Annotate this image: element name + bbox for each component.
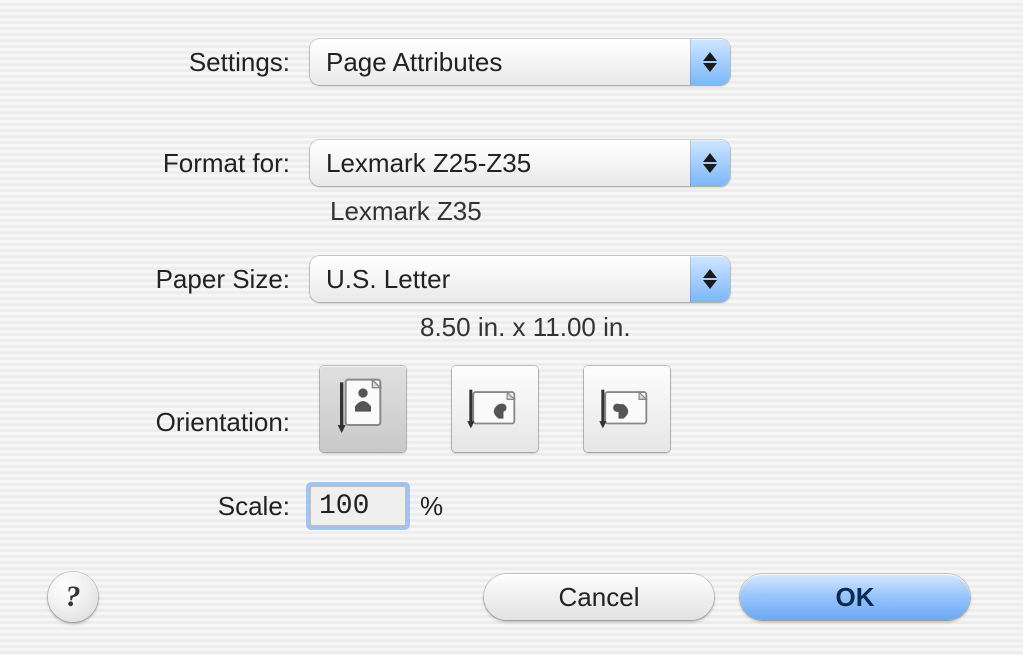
help-button[interactable]: ? — [48, 572, 98, 622]
orientation-landscape-right-button[interactable] — [584, 366, 670, 452]
orientation-landscape-left-button[interactable] — [452, 366, 538, 452]
scale-input[interactable] — [310, 486, 406, 526]
paper-size-popup-value: U.S. Letter — [310, 256, 690, 302]
popup-arrows-icon — [690, 256, 730, 302]
settings-label: Settings: — [0, 47, 310, 78]
orientation-portrait-icon — [334, 377, 392, 441]
format-for-popup-value: Lexmark Z25-Z35 — [310, 140, 690, 186]
paper-size-dimensions: 8.50 in. x 11.00 in. — [420, 312, 631, 343]
paper-size-label: Paper Size: — [0, 264, 310, 295]
scale-percent-label: % — [420, 491, 443, 522]
format-for-label: Format for: — [0, 148, 310, 179]
ok-button[interactable]: OK — [740, 574, 970, 620]
orientation-label: Orientation: — [0, 381, 310, 438]
paper-size-popup[interactable]: U.S. Letter — [310, 256, 730, 302]
settings-popup[interactable]: Page Attributes — [310, 39, 730, 85]
popup-arrows-icon — [690, 39, 730, 85]
orientation-landscape-right-icon — [598, 377, 656, 441]
format-for-sublabel: Lexmark Z35 — [330, 196, 482, 227]
cancel-button[interactable]: Cancel — [484, 574, 714, 620]
settings-popup-value: Page Attributes — [310, 39, 690, 85]
orientation-landscape-left-icon — [466, 377, 524, 441]
format-for-popup[interactable]: Lexmark Z25-Z35 — [310, 140, 730, 186]
orientation-portrait-button[interactable] — [320, 366, 406, 452]
scale-label: Scale: — [0, 491, 310, 522]
popup-arrows-icon — [690, 140, 730, 186]
